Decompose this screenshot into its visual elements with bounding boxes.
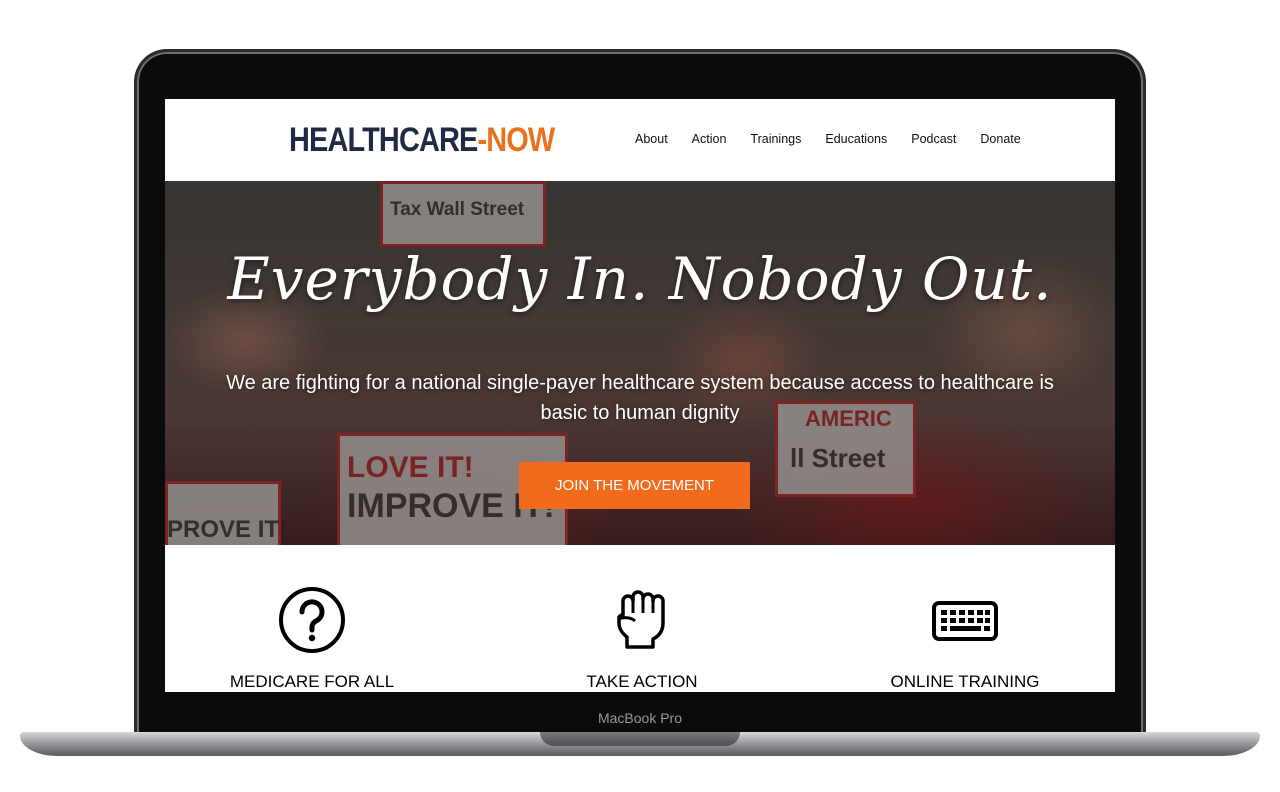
question-circle-icon bbox=[279, 587, 345, 653]
feature-title: ONLINE TRAINING bbox=[890, 672, 1040, 691]
hero-title: Everybody In. Nobody Out. bbox=[227, 245, 1053, 313]
logo-text-primary: HEALTHCARE bbox=[289, 121, 478, 159]
nav-educations[interactable]: Educations bbox=[825, 129, 887, 149]
hero-subtitle: We are fighting for a national single-pa… bbox=[226, 372, 1054, 424]
site-header: HEALTHCARE-NOW About Action Trainings Ed… bbox=[165, 99, 1115, 181]
feature-title: TAKE ACTION bbox=[586, 672, 698, 691]
laptop-screen: HEALTHCARE-NOW About Action Trainings Ed… bbox=[165, 99, 1115, 692]
nav-about[interactable]: About bbox=[635, 129, 668, 149]
site-logo[interactable]: HEALTHCARE-NOW bbox=[289, 119, 555, 161]
main-nav: About Action Trainings Educations Podcas… bbox=[635, 129, 1045, 149]
feature-title: MEDICARE FOR ALL bbox=[229, 672, 395, 691]
nav-trainings[interactable]: Trainings bbox=[750, 129, 801, 149]
join-movement-button[interactable]: JOIN THE MOVEMENT bbox=[519, 462, 750, 509]
logo-text-accent: -NOW bbox=[477, 121, 555, 159]
raised-fist-icon bbox=[617, 590, 665, 649]
laptop-notch bbox=[540, 732, 740, 746]
features-row: MEDICARE FOR ALL TAKE ACTION ONLINE TRAI… bbox=[165, 545, 1115, 692]
hero-banner: Tax Wall Street LOVE IT! IMPROVE IT! PRO… bbox=[165, 181, 1115, 545]
device-label: MacBook Pro bbox=[597, 710, 683, 726]
nav-donate[interactable]: Donate bbox=[980, 129, 1020, 149]
keyboard-icon bbox=[932, 601, 998, 641]
nav-action[interactable]: Action bbox=[692, 129, 727, 149]
nav-podcast[interactable]: Podcast bbox=[911, 129, 956, 149]
